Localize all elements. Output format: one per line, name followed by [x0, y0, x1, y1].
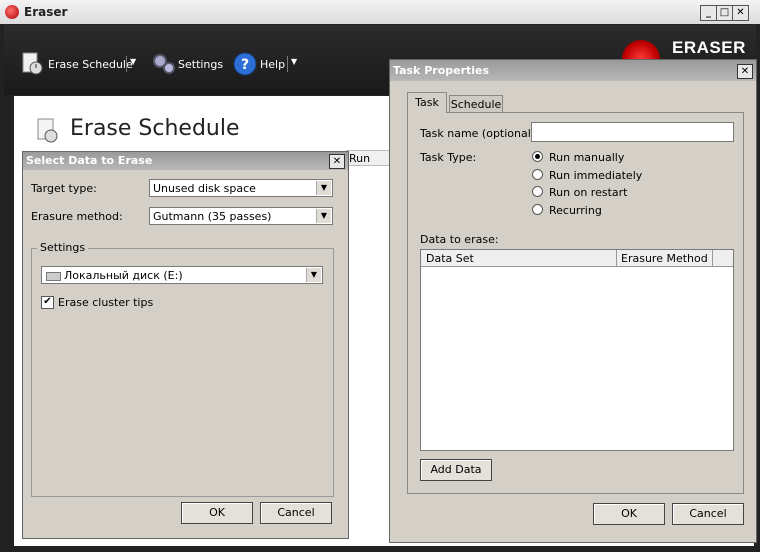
gears-icon — [153, 54, 175, 74]
run-column-header[interactable]: Run — [346, 150, 390, 166]
window-title: Eraser — [24, 5, 68, 19]
erasure-method-value: Gutmann (35 passes) — [153, 210, 272, 223]
tab-schedule[interactable]: Schedule — [449, 95, 503, 113]
minimize-button[interactable]: _ — [700, 5, 717, 21]
settings-button[interactable]: Settings — [178, 58, 223, 71]
data-to-erase-label: Data to erase: — [420, 233, 499, 246]
svg-text:?: ? — [241, 57, 249, 73]
column-erasure-method[interactable]: Erasure Method — [617, 250, 713, 267]
erase-schedule-button[interactable]: Erase Schedule — [48, 58, 133, 71]
radio-recurring-label: Recurring — [549, 204, 602, 217]
main-titlebar — [0, 0, 760, 25]
erase-schedule-page-icon — [37, 118, 58, 143]
drive-value: Локальный диск (E:) — [64, 269, 183, 282]
task-type-label: Task Type: — [420, 151, 477, 164]
radio-run-immediately-label: Run immediately — [549, 169, 643, 182]
help-button[interactable]: Help — [260, 58, 285, 71]
column-data-set[interactable]: Data Set — [421, 250, 617, 267]
close-icon[interactable]: ✕ — [737, 64, 753, 79]
logo-text: ERASER — [672, 38, 746, 57]
tab-task[interactable]: Task — [407, 92, 447, 113]
toolbar-separator — [126, 56, 127, 72]
cancel-button[interactable]: Cancel — [260, 502, 332, 524]
chevron-down-icon[interactable]: ▼ — [130, 57, 136, 66]
drive-icon — [46, 272, 61, 281]
task-properties-title: Task Properties — [390, 60, 756, 81]
erasure-method-label: Erasure method: — [31, 210, 123, 223]
eraser-app-icon — [5, 5, 19, 19]
help-icon: ? — [233, 52, 257, 76]
target-type-select[interactable]: Unused disk space ▼ — [149, 179, 333, 197]
erase-cluster-tips-label: Erase cluster tips — [58, 296, 154, 309]
page-title: Erase Schedule — [70, 116, 240, 141]
ok-button[interactable]: OK — [593, 503, 665, 525]
radio-run-on-restart[interactable] — [532, 186, 543, 197]
radio-recurring[interactable] — [532, 204, 543, 215]
cancel-button[interactable]: Cancel — [672, 503, 744, 525]
target-type-label: Target type: — [31, 182, 97, 195]
settings-groupbox — [31, 248, 334, 497]
select-data-dialog: Select Data to Erase ✕ Target type: Unus… — [22, 151, 349, 539]
chevron-down-icon[interactable]: ▼ — [306, 268, 321, 282]
close-button[interactable]: ✕ — [732, 5, 749, 21]
settings-group-label: Settings — [37, 241, 89, 254]
target-type-value: Unused disk space — [153, 182, 256, 195]
radio-run-on-restart-label: Run on restart — [549, 186, 628, 199]
data-to-erase-list[interactable]: Data Set Erasure Method — [420, 249, 734, 451]
chevron-down-icon[interactable]: ▼ — [316, 181, 331, 195]
drive-select[interactable]: Локальный диск (E:) ▼ — [41, 266, 323, 284]
add-data-button[interactable]: Add Data — [420, 459, 492, 481]
radio-run-immediately[interactable] — [532, 169, 543, 180]
close-icon[interactable]: ✕ — [329, 154, 345, 169]
chevron-down-icon[interactable]: ▼ — [316, 209, 331, 223]
radio-run-manually-label: Run manually — [549, 151, 625, 164]
column-filler — [713, 250, 733, 267]
maximize-button[interactable]: □ — [716, 5, 733, 21]
task-name-label: Task name (optional): — [420, 127, 539, 140]
select-data-dialog-title: Select Data to Erase — [23, 152, 348, 170]
ok-button[interactable]: OK — [181, 502, 253, 524]
toolbar-separator — [287, 56, 288, 72]
task-properties-dialog: Task Properties ✕ Task Schedule Task nam… — [389, 59, 757, 543]
chevron-down-icon[interactable]: ▼ — [291, 57, 297, 66]
erase-schedule-icon — [22, 52, 43, 75]
radio-run-manually[interactable] — [532, 151, 543, 162]
erasure-method-select[interactable]: Gutmann (35 passes) ▼ — [149, 207, 333, 225]
task-name-input[interactable] — [531, 122, 734, 142]
erase-cluster-tips-checkbox[interactable]: ✔ — [41, 296, 54, 309]
